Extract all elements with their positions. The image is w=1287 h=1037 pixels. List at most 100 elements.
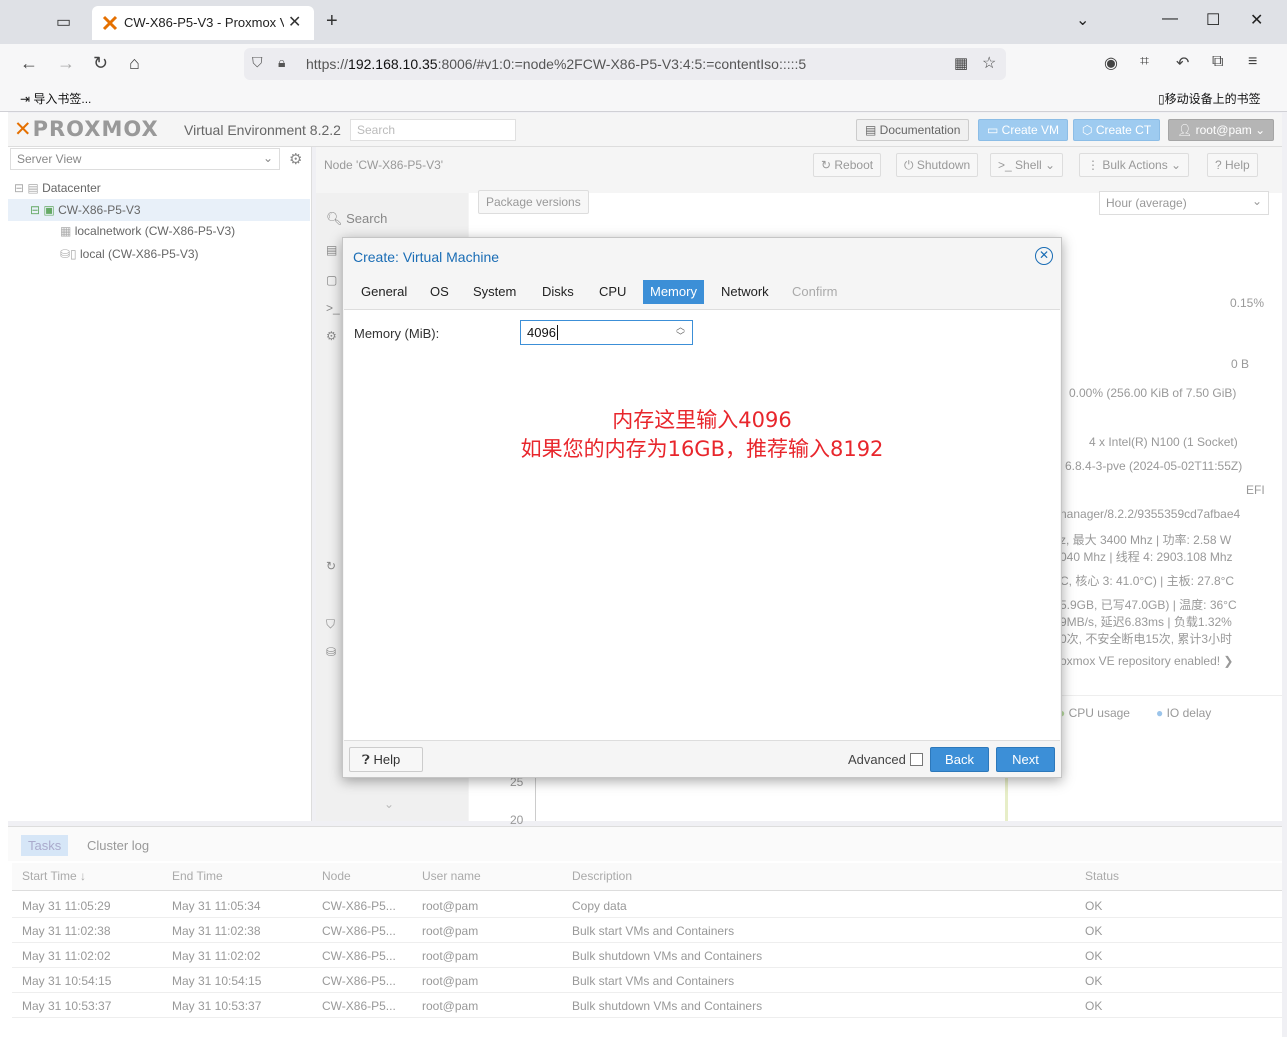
menu-icon[interactable]: ≡	[1248, 53, 1257, 71]
chart-axis-line	[535, 773, 536, 821]
minimize-icon[interactable]: —	[1162, 10, 1178, 28]
question-circle-icon: ❓︎	[362, 752, 370, 767]
tab-tasks[interactable]: Tasks	[21, 835, 69, 856]
mobile-bookmarks-link[interactable]: ▯移动设备上的书签	[1158, 90, 1261, 107]
cell-user: root@pam	[422, 974, 479, 988]
tab-cluster-log[interactable]: Cluster log	[87, 838, 149, 853]
cell-end: May 31 11:02:02	[172, 949, 261, 963]
undo-icon[interactable]: ↶	[1176, 53, 1189, 73]
package-versions-button[interactable]: Package versions	[478, 190, 589, 214]
summary-icon[interactable]: ▤	[326, 243, 337, 257]
bookmark-star-icon[interactable]: ☆	[982, 53, 996, 73]
disk-info-line2: 9MB/s, 延迟6.83ms | 负载1.32%	[1060, 615, 1232, 629]
tree-item-local[interactable]: ⛁▯ local (CW-X86-P5-V3)	[60, 247, 199, 261]
bulk-actions-button[interactable]: ⋮ Bulk Actions ⌄	[1079, 153, 1190, 177]
column-node[interactable]: Node	[322, 869, 351, 883]
cell-user: root@pam	[422, 924, 479, 938]
lock-icon[interactable]: 🔒︎	[278, 54, 285, 71]
tab-os[interactable]: OS	[423, 280, 456, 304]
import-bookmarks-link[interactable]: ⇥ 导入书签...	[20, 90, 91, 107]
legend-io[interactable]: ● IO delay	[1156, 706, 1211, 720]
tab-memory[interactable]: Memory	[643, 280, 704, 304]
column-end-time[interactable]: End Time	[172, 869, 223, 883]
tree-item-datacenter[interactable]: ⊟ ▤ Datacenter	[14, 181, 101, 195]
notes-icon[interactable]: ▢	[326, 273, 337, 287]
table-row[interactable]: May 31 11:05:29 May 31 11:05:34 CW-X86-P…	[12, 893, 1282, 918]
reboot-button[interactable]: ↻ Reboot	[813, 153, 882, 177]
tab-overview-icon[interactable]: ▭	[56, 12, 71, 32]
legend-cpu[interactable]: ● CPU usage	[1058, 706, 1130, 720]
create-vm-button[interactable]: ▭ Create VM	[978, 119, 1069, 141]
tree-item-localnetwork[interactable]: ▦ localnetwork (CW-X86-P5-V3)	[60, 224, 235, 238]
help-button[interactable]: ❓︎ Help	[349, 747, 423, 772]
table-row[interactable]: May 31 11:02:02 May 31 11:02:02 CW-X86-P…	[12, 943, 1282, 968]
system-gear-icon[interactable]: ⚙	[326, 329, 337, 343]
cell-start: May 31 11:02:38	[22, 924, 111, 938]
column-status[interactable]: Status	[1085, 869, 1119, 883]
bookmarks-bar: ⇥ 导入书签... ▯移动设备上的书签	[0, 84, 1287, 112]
cell-node: CW-X86-P5...	[322, 974, 396, 988]
shutdown-button[interactable]: ⏻ Shutdown	[896, 153, 979, 177]
node-title: Node 'CW-X86-P5-V3'	[324, 158, 444, 172]
storage-icon: ⛁▯	[60, 247, 77, 261]
close-tab-icon[interactable]: ✕	[288, 12, 301, 32]
scroll-down-icon[interactable]: ⌄	[384, 797, 394, 811]
table-row[interactable]: May 31 11:02:38 May 31 11:02:38 CW-X86-P…	[12, 918, 1282, 943]
tab-system[interactable]: System	[466, 280, 523, 304]
browser-tab[interactable]: CW-X86-P5-V3 - Proxmox Vi ✕	[92, 6, 314, 40]
next-button[interactable]: Next	[996, 747, 1055, 772]
screenshot-icon[interactable]: ⌗	[1140, 53, 1149, 71]
help-button[interactable]: ? Help	[1207, 153, 1258, 177]
spinner-arrows-icon[interactable]: ︿ ﹀	[676, 323, 685, 341]
column-user-name[interactable]: User name	[422, 869, 481, 883]
header-search-input[interactable]: Search	[350, 119, 516, 141]
memory-input[interactable]: 4096 ︿ ﹀	[520, 320, 693, 345]
address-bar[interactable]: ⛉ 🔒︎ https://192.168.10.35:8006/#v1:0:=n…	[244, 48, 1006, 80]
back-arrow-icon[interactable]: ←	[20, 53, 38, 74]
cell-start: May 31 11:05:29	[22, 899, 111, 913]
gear-icon[interactable]: ⚙	[289, 150, 302, 168]
reload-icon[interactable]: ↻	[93, 53, 108, 74]
table-row[interactable]: May 31 10:54:15 May 31 10:54:15 CW-X86-P…	[12, 968, 1282, 993]
close-icon[interactable]: ✕	[1035, 247, 1053, 265]
create-ct-button[interactable]: ⬡ Create CT	[1073, 119, 1161, 141]
subnav-search[interactable]: 🔍︎ Search	[326, 211, 387, 227]
back-button[interactable]: Back	[930, 747, 989, 772]
new-tab-icon[interactable]: +	[326, 10, 338, 33]
tab-general[interactable]: General	[354, 280, 414, 304]
shell-icon[interactable]: >_	[326, 301, 340, 315]
account-icon[interactable]: ◉	[1104, 53, 1118, 73]
timeframe-select[interactable]: Hour (average) ⌄	[1099, 191, 1269, 215]
firewall-shield-icon[interactable]: ⛉	[326, 617, 335, 632]
table-row[interactable]: May 31 10:53:37 May 31 10:53:37 CW-X86-P…	[12, 993, 1282, 1018]
qr-code-icon[interactable]: ▦	[954, 54, 968, 72]
documentation-button[interactable]: ▤ Documentation	[856, 119, 970, 141]
home-icon[interactable]: ⌂	[129, 53, 140, 74]
advanced-checkbox[interactable]	[910, 753, 923, 766]
cell-start: May 31 11:02:02	[22, 949, 111, 963]
shield-icon[interactable]: ⛉	[252, 54, 263, 71]
column-description[interactable]: Description	[572, 869, 632, 883]
tree-item-node[interactable]: ⊟ ▣ CW-X86-P5-V3	[8, 199, 310, 221]
chevron-down-icon: ⌄	[1251, 194, 1262, 208]
tab-list-chevron-icon[interactable]: ⌄	[1076, 10, 1089, 30]
kernel-value: 6.8.4-3-pve (2024-05-02T11:55Z)	[1065, 459, 1243, 473]
disks-icon[interactable]: ⛁	[326, 645, 336, 659]
tab-network[interactable]: Network	[714, 280, 776, 304]
repository-status[interactable]: oxmox VE repository enabled! ❯	[1060, 654, 1233, 668]
extensions-icon[interactable]: ⧉	[1212, 53, 1223, 71]
tab-cpu[interactable]: CPU	[592, 280, 633, 304]
tasks-panel: Tasks Cluster log Start Time ↓ End Time …	[8, 826, 1282, 1037]
updates-icon[interactable]: ↻	[326, 559, 336, 573]
cell-status: OK	[1085, 899, 1103, 913]
server-view-select[interactable]: Server View ⌄	[10, 148, 280, 170]
maximize-icon[interactable]: ☐	[1206, 10, 1220, 30]
forward-arrow-icon[interactable]: →	[57, 53, 75, 74]
close-window-icon[interactable]: ✕	[1250, 10, 1263, 30]
tab-disks[interactable]: Disks	[535, 280, 581, 304]
proxmox-logo[interactable]: ✕PROXMOX	[14, 117, 159, 141]
shell-button[interactable]: >_ Shell ⌄	[990, 153, 1064, 177]
user-menu-button[interactable]: 👤︎ root@pam ⌄	[1168, 119, 1274, 141]
column-start-time[interactable]: Start Time ↓	[22, 869, 86, 883]
datacenter-icon: ⊟ ▤	[14, 181, 39, 195]
